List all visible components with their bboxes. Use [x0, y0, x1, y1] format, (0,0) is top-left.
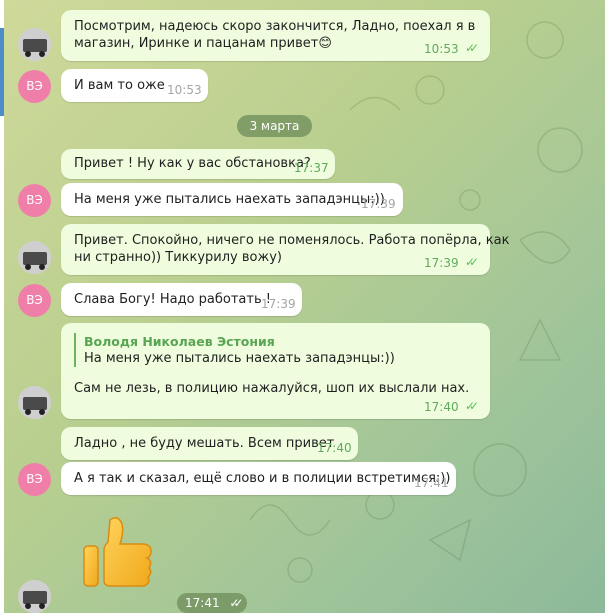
avatar[interactable]	[18, 386, 51, 419]
message-text: А я так и сказал, ещё слово и в полиции …	[74, 471, 451, 486]
message-time: 17:39	[261, 297, 296, 311]
quote-author: Володя Николаев Эстония	[84, 334, 275, 349]
message-time: 17:39	[361, 197, 396, 211]
message-time: 10:53	[424, 42, 459, 56]
quote-text: На меня уже пытались наехать западэнцы:)…	[84, 351, 395, 366]
read-checkmarks-icon: ✓✓	[465, 399, 479, 413]
thumbs-up-sticker-icon[interactable]	[80, 512, 160, 592]
message-text: И вам то оже	[74, 78, 165, 93]
avatar[interactable]	[18, 580, 51, 613]
message-bubble[interactable]: Привет. Спокойно, ничего не поменялось. …	[61, 224, 509, 275]
left-panel-edge	[0, 0, 4, 613]
message-bubble[interactable]: А я так и сказал, ещё слово и в полиции …	[61, 462, 456, 495]
message-time: 17:40	[317, 441, 352, 455]
avatar[interactable]: ВЭ	[18, 284, 51, 317]
message-bubble[interactable]: Володя Николаев Эстония На меня уже пыта…	[61, 323, 490, 419]
message-text: На меня уже пытались наехать западэнцы:)…	[74, 192, 385, 207]
message-text: Сам не лезь, в полицию нажалуйся, шоп их…	[74, 381, 470, 396]
sticker-time-pill: 17:41 ✓✓	[177, 593, 247, 613]
message-time: 17:37	[294, 161, 329, 175]
avatar[interactable]	[18, 28, 51, 61]
message-text: Привет ! Ну как у вас обстановка?	[74, 156, 311, 171]
read-checkmarks-icon: ✓✓	[229, 596, 243, 610]
message-bubble[interactable]: Привет ! Ну как у вас обстановка? 17:37	[61, 149, 335, 179]
message-text: Ладно , не буду мешать. Всем привет	[74, 436, 335, 451]
reply-quote[interactable]: Володя Николаев Эстония На меня уже пыта…	[74, 333, 395, 367]
message-time: 17:41	[185, 596, 220, 610]
message-text: Слава Богу! Надо работать !	[74, 292, 271, 307]
message-bubble[interactable]: Посмотрим, надеюсь скоро закончится, Лад…	[61, 10, 490, 61]
message-text: Посмотрим, надеюсь скоро закончится, Лад…	[74, 19, 476, 51]
message-bubble[interactable]: Ладно , не буду мешать. Всем привет 17:4…	[61, 427, 358, 460]
avatar[interactable]: ВЭ	[18, 463, 51, 496]
avatar[interactable]	[18, 241, 51, 274]
message-time: 17:41	[414, 476, 449, 490]
message-bubble[interactable]: На меня уже пытались наехать западэнцы:)…	[61, 183, 403, 216]
avatar[interactable]: ВЭ	[18, 70, 51, 103]
smile-emoji-icon: 😊	[318, 36, 332, 51]
message-time: 10:53	[167, 83, 202, 97]
read-checkmarks-icon: ✓✓	[465, 41, 479, 55]
selected-chat-indicator	[0, 28, 4, 116]
message-time: 17:39	[424, 256, 459, 270]
date-separator: 3 марта	[237, 115, 312, 137]
read-checkmarks-icon: ✓✓	[465, 255, 479, 269]
message-time: 17:40	[424, 400, 459, 414]
message-bubble[interactable]: Слава Богу! Надо работать ! 17:39	[61, 283, 302, 316]
avatar[interactable]: ВЭ	[18, 184, 51, 217]
message-bubble[interactable]: И вам то оже 10:53	[61, 69, 208, 102]
